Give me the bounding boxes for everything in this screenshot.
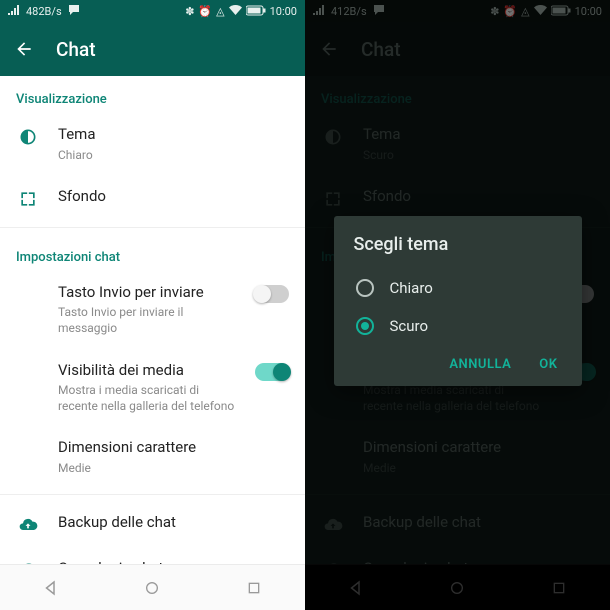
alarm-icon: ⏰ (198, 6, 212, 17)
item-enter-send[interactable]: Tasto Invio per inviare Tasto Invio per … (0, 271, 305, 349)
item-wallpaper-title: Sfondo (58, 187, 289, 207)
theme-icon (16, 125, 40, 147)
option-light-label: Chiaro (390, 279, 433, 297)
signal-icon (8, 5, 20, 17)
section-display: Visualizzazione (0, 76, 305, 113)
dialog-title: Scegli tema (354, 234, 562, 255)
battery-icon (246, 5, 266, 18)
ok-button[interactable]: OK (539, 357, 557, 372)
nav-back-icon[interactable] (38, 575, 64, 601)
item-backup-title: Backup delle chat (58, 513, 289, 533)
android-nav-bar (0, 564, 305, 610)
switch-media-visibility[interactable] (255, 363, 289, 381)
app-bar: Chat (0, 22, 305, 76)
nav-home-icon[interactable] (139, 575, 165, 601)
settings-list: Visualizzazione Tema Chiaro Sfondo Impos… (0, 76, 305, 564)
section-chat-settings: Impostazioni chat (0, 234, 305, 271)
status-bar: 482B/s ✽ ⏰ ◬ 10:00 (0, 0, 305, 22)
option-dark[interactable]: Scuro (354, 307, 562, 345)
cloud-upload-icon (16, 513, 40, 535)
item-font-title: Dimensioni carattere (58, 438, 289, 458)
network-speed: 482B/s (26, 5, 62, 18)
dialog-scrim[interactable]: Scegli tema Chiaro Scuro ANNULLA OK (305, 0, 610, 610)
item-theme-value: Chiaro (58, 147, 289, 163)
item-font-sub: Medie (58, 460, 289, 476)
radio-unchecked-icon (356, 279, 374, 297)
item-backup[interactable]: Backup delle chat (0, 501, 305, 547)
speech-bubble-icon (68, 5, 80, 18)
divider (0, 494, 305, 495)
wallpaper-icon (16, 187, 40, 209)
item-media-title: Visibilità dei media (58, 361, 237, 381)
item-history[interactable]: Cronologia chat (0, 547, 305, 564)
radio-checked-icon (356, 317, 374, 335)
clock-text: 10:00 (270, 5, 297, 18)
theme-dialog: Scegli tema Chiaro Scuro ANNULLA OK (334, 216, 582, 386)
cancel-button[interactable]: ANNULLA (449, 357, 511, 372)
divider (0, 227, 305, 228)
item-wallpaper[interactable]: Sfondo (0, 175, 305, 221)
option-dark-label: Scuro (390, 317, 429, 335)
option-light[interactable]: Chiaro (354, 269, 562, 307)
no-sim-icon: ◬ (216, 6, 224, 17)
screen-dark: 412B/s ✽ ⏰ ◬ 10:00 Chat Visualizzazione (305, 0, 610, 610)
item-theme-title: Tema (58, 125, 289, 145)
item-enter-title: Tasto Invio per inviare (58, 283, 237, 303)
item-media-sub: Mostra i media scaricati di recente nell… (58, 382, 237, 414)
wifi-icon (229, 5, 242, 17)
switch-enter-send[interactable] (255, 285, 289, 303)
item-font-size[interactable]: Dimensioni carattere Medie (0, 426, 305, 488)
item-enter-sub: Tasto Invio per inviare il messaggio (58, 304, 237, 336)
item-theme[interactable]: Tema Chiaro (0, 113, 305, 175)
item-media-visibility[interactable]: Visibilità dei media Mostra i media scar… (0, 349, 305, 427)
screen-light: 482B/s ✽ ⏰ ◬ 10:00 Chat Visualizzazione (0, 0, 305, 610)
dnd-icon: ✽ (185, 6, 194, 17)
back-icon[interactable] (14, 39, 34, 59)
page-title: Chat (56, 38, 96, 61)
nav-recent-icon[interactable] (241, 575, 267, 601)
